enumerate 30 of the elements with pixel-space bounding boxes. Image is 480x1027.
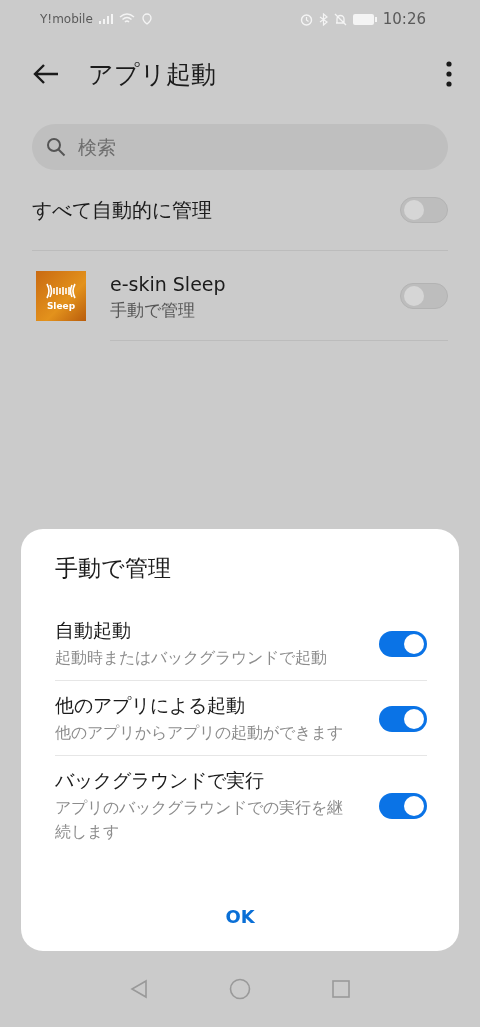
app-icon-label: Sleep <box>46 300 76 311</box>
bell-off-icon <box>333 12 347 26</box>
toggle-switch[interactable] <box>379 793 427 819</box>
carrier-name: Y!mobile <box>40 12 93 26</box>
alarm-icon <box>299 12 313 26</box>
dialog-title: 手動で管理 <box>55 554 172 583</box>
toggle-switch[interactable] <box>379 631 427 657</box>
ok-button[interactable]: OK <box>207 900 273 933</box>
back-arrow-icon[interactable] <box>32 62 60 86</box>
bluetooth-icon <box>318 12 328 26</box>
toggle-switch[interactable] <box>379 706 427 732</box>
search-field[interactable]: 検索 <box>32 124 448 170</box>
setting-label: すべて自動的に管理 <box>32 196 213 224</box>
toggle-switch[interactable] <box>400 282 448 309</box>
option-description: アプリのバックグラウンドでの実行を継続します <box>55 797 344 843</box>
more-options-icon[interactable] <box>446 61 452 87</box>
battery-icon <box>352 13 377 25</box>
option-description: 起動時またはバックグラウンドで起動 <box>55 647 328 669</box>
toggle-switch[interactable] <box>400 197 448 223</box>
location-icon <box>140 13 153 25</box>
option-label: バックグラウンドで実行 <box>55 768 265 793</box>
app-status: 手動で管理 <box>110 299 196 322</box>
app-name: e-skin Sleep <box>110 273 227 295</box>
page-title: アプリ起動 <box>88 58 217 91</box>
option-label: 他のアプリによる起動 <box>55 693 246 718</box>
clock-time: 10:26 <box>382 10 426 28</box>
signal-icon <box>98 14 113 24</box>
wifi-icon <box>118 13 135 25</box>
option-description: 他のアプリからアプリの起動ができます <box>55 722 344 744</box>
option-label: 自動起動 <box>55 618 132 643</box>
